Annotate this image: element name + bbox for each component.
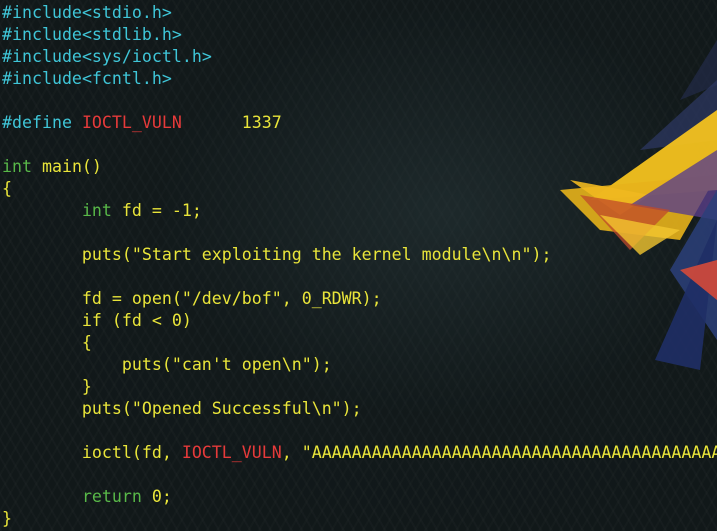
code-line: ioctl(fd, IOCTL_VULN, "AAAAAAAAAAAAAAAAA…	[2, 442, 717, 464]
code-line: return 0;	[2, 486, 717, 508]
code-token: #include	[2, 69, 82, 88]
code-editor[interactable]: #include<stdio.h> #include<stdlib.h> #incl…	[2, 2, 717, 531]
code-token: puts("Opened Successful\n");	[2, 399, 362, 418]
code-line: }	[2, 508, 717, 530]
code-line: {	[2, 332, 717, 354]
code-token: {	[2, 179, 12, 198]
code-line: #include<stdlib.h>	[2, 24, 717, 46]
code-token: main()	[31, 157, 102, 176]
code-line: #define IOCTL_VULN 1337	[2, 112, 717, 134]
code-token: }	[2, 509, 12, 528]
code-line: {	[2, 178, 717, 200]
code-line: int main()	[2, 156, 717, 178]
code-line: }	[2, 376, 717, 398]
code-token: 1337	[241, 113, 282, 132]
code-line: #include<fcntl.h>	[2, 68, 717, 90]
code-token: fd = -1;	[111, 201, 202, 220]
code-token: #define	[2, 113, 72, 132]
code-token: <fcntl.h>	[81, 69, 172, 88]
code-token: return	[81, 487, 142, 506]
code-line: puts("Start exploiting the kernel module…	[2, 244, 717, 266]
code-token: puts("can't open\n");	[2, 355, 332, 374]
code-token: #include	[2, 3, 82, 22]
code-token: if (fd < 0)	[2, 311, 192, 330]
code-token: ioctl(fd,	[2, 443, 182, 462]
code-token: #include	[2, 47, 82, 66]
code-token: <sys/ioctl.h>	[81, 47, 212, 66]
code-token: , "AAAAAAAAAAAAAAAAAAAAAAAAAAAAAAAAAAAAA…	[281, 443, 717, 462]
code-token: }	[2, 377, 92, 396]
code-token: int	[81, 201, 112, 220]
code-line: if (fd < 0)	[2, 310, 717, 332]
code-line: #include<stdio.h>	[2, 2, 717, 24]
code-token: #include	[2, 25, 82, 44]
code-token: fd = open("/dev/bof", 0_RDWR);	[2, 289, 382, 308]
code-line: #include<sys/ioctl.h>	[2, 46, 717, 68]
code-line: fd = open("/dev/bof", 0_RDWR);	[2, 288, 717, 310]
code-token: 0;	[141, 487, 172, 506]
code-line: puts("can't open\n");	[2, 354, 717, 376]
code-token: int	[2, 157, 32, 176]
code-line: int fd = -1;	[2, 200, 717, 222]
code-token: <stdio.h>	[81, 3, 172, 22]
code-token: puts("Start exploiting the kernel module…	[2, 245, 552, 264]
code-token: <stdlib.h>	[81, 25, 182, 44]
code-token: IOCTL_VULN	[181, 443, 282, 462]
code-line: puts("Opened Successful\n");	[2, 398, 717, 420]
code-token: IOCTL_VULN	[81, 113, 182, 132]
code-token: {	[2, 333, 92, 352]
source-code: #include<stdio.h> #include<stdlib.h> #incl…	[2, 2, 717, 530]
